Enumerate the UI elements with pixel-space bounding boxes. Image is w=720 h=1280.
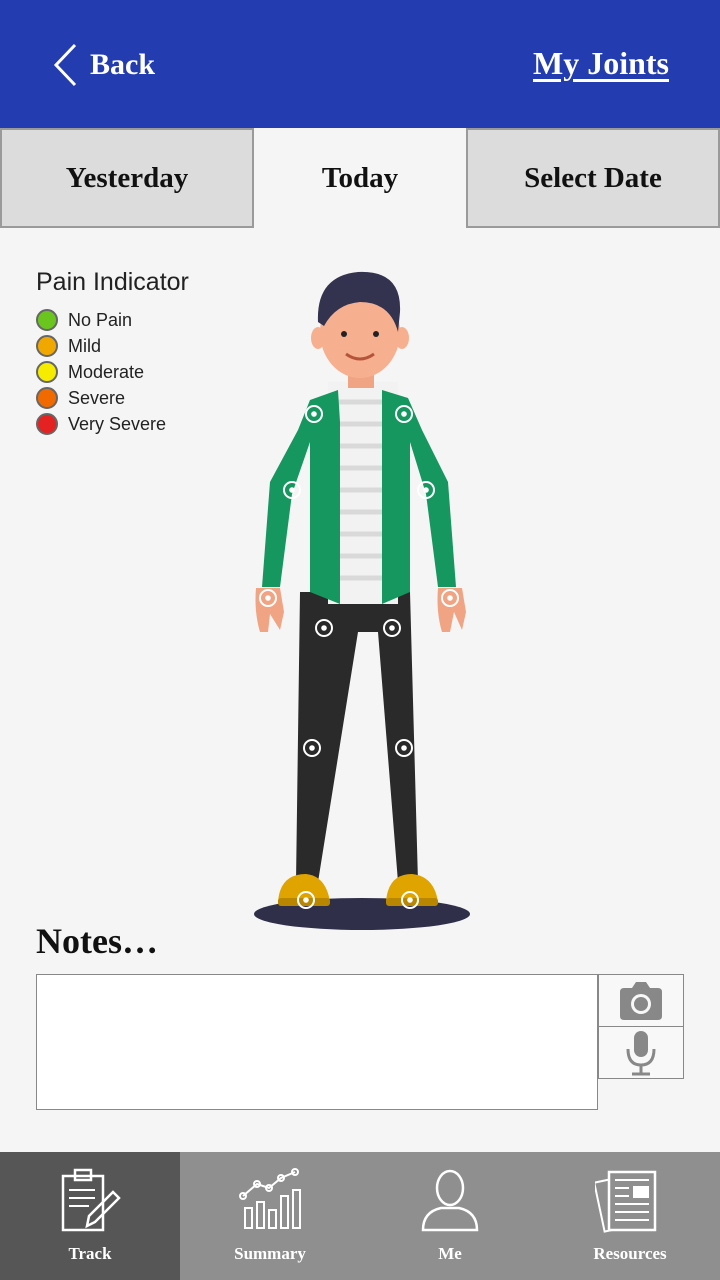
nav-label: Track [68, 1244, 112, 1263]
nav-item-me[interactable]: Me [360, 1152, 540, 1280]
notes-title: Notes… [36, 921, 158, 961]
camera-button[interactable] [598, 974, 684, 1027]
severe-dot-icon [36, 387, 58, 409]
nav-label: Resources [593, 1244, 667, 1263]
bottom-nav: Track Summary Me Resources [0, 1152, 720, 1280]
header-bar: Back My Joints [0, 0, 720, 128]
pain-indicator-legend: Pain Indicator No Pain Mild Moderate Sev… [36, 268, 189, 437]
legend-label: Moderate [68, 361, 145, 382]
clipboard-pencil-icon [61, 1168, 121, 1232]
chart-icon [239, 1168, 301, 1229]
nav-item-track[interactable]: Track [0, 1152, 180, 1280]
legend-item-mild: Mild [36, 333, 189, 359]
no-pain-dot-icon [36, 309, 58, 331]
tab-yesterday[interactable]: Yesterday [0, 128, 254, 228]
tab-today[interactable]: Today [254, 128, 466, 228]
microphone-icon [626, 1030, 656, 1075]
back-label: Back [90, 48, 156, 81]
newspaper-icon [595, 1170, 657, 1233]
legend-title: Pain Indicator [36, 268, 189, 296]
my-joints-link[interactable]: My Joints [533, 45, 669, 82]
legend-label: Severe [68, 387, 126, 408]
legend-label: Very Severe [68, 413, 167, 434]
notes-textarea[interactable] [36, 974, 598, 1110]
legend-item-very-severe: Very Severe [36, 411, 189, 437]
body-figure [254, 271, 470, 930]
legend-item-moderate: Moderate [36, 359, 189, 385]
back-button[interactable]: Back [52, 42, 155, 88]
legend-item-severe: Severe [36, 385, 189, 411]
camera-icon [620, 981, 662, 1020]
legend-label: Mild [68, 335, 102, 356]
nav-item-resources[interactable]: Resources [540, 1152, 720, 1280]
very-severe-dot-icon [36, 413, 58, 435]
legend-item-no-pain: No Pain [36, 307, 189, 333]
microphone-button[interactable] [598, 1026, 684, 1079]
nav-item-summary[interactable]: Summary [180, 1152, 360, 1280]
tab-select-date[interactable]: Select Date [466, 128, 720, 228]
person-icon [421, 1169, 479, 1232]
nav-label: Me [438, 1244, 462, 1263]
nav-label: Summary [234, 1244, 306, 1263]
legend-label: No Pain [68, 309, 133, 330]
chevron-left-icon [53, 43, 77, 87]
mild-dot-icon [36, 335, 58, 357]
moderate-dot-icon [36, 361, 58, 383]
